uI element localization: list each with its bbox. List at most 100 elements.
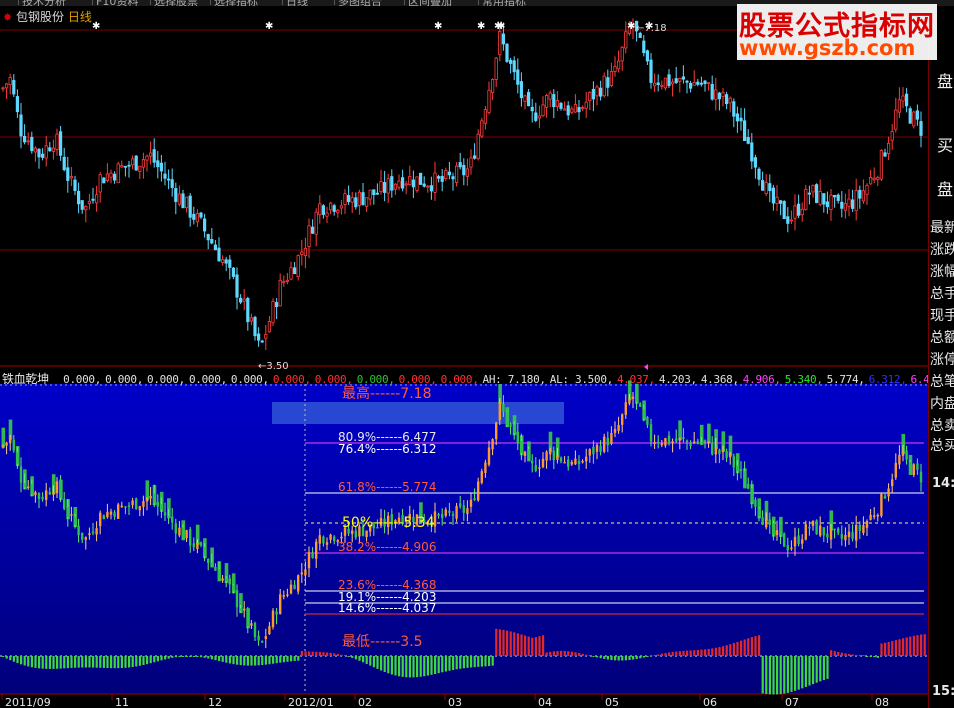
ind-candle-body <box>12 439 15 451</box>
ind-candle-body <box>138 506 141 511</box>
candle-body <box>789 219 794 222</box>
ind-candle-body <box>898 454 901 465</box>
ind-candle-body <box>171 516 174 523</box>
ind-candle-body <box>311 553 314 559</box>
candle-body <box>346 195 351 203</box>
ind-candle-body <box>527 449 530 460</box>
star-marker-icon: ✱ <box>627 21 635 32</box>
ind-candle-body <box>801 539 804 544</box>
histogram-bar <box>549 651 552 656</box>
histogram-bar <box>466 656 469 668</box>
ind-candle-body <box>869 514 872 520</box>
histogram-bar <box>876 656 879 658</box>
candle-body <box>908 108 912 124</box>
candle-body <box>793 205 797 219</box>
ind-candle-body <box>865 520 869 528</box>
candle-body <box>559 102 563 109</box>
ind-candle-body <box>693 441 696 444</box>
ind-candle-body <box>873 515 876 517</box>
indicator-param: 0.000, <box>230 373 269 386</box>
ind-candle-body <box>516 431 519 443</box>
indicator-param: AL: 3.500, <box>549 373 614 386</box>
histogram-bar <box>315 651 318 656</box>
histogram-bar <box>873 656 876 658</box>
histogram-bar <box>329 652 332 656</box>
indicator-param: 0.000, <box>147 373 185 386</box>
ind-candle-body <box>685 440 689 442</box>
histogram-bar <box>617 656 620 661</box>
candle-body <box>163 173 167 179</box>
ind-candle-body <box>804 524 807 540</box>
histogram-bar <box>34 656 37 668</box>
ind-candle-body <box>750 488 753 503</box>
price-panel <box>0 6 928 366</box>
cloud-band <box>707 423 711 444</box>
candle-body <box>37 148 41 158</box>
candle-body <box>775 196 779 204</box>
candle-body <box>869 177 873 185</box>
histogram-bar <box>236 656 239 665</box>
xaxis-label: 07 <box>785 696 799 708</box>
ind-candle-body <box>45 490 48 500</box>
ind-candle-body <box>574 458 577 465</box>
candle-body <box>170 179 174 188</box>
ind-candle-body <box>329 534 332 540</box>
indicator-param: 0.000, <box>398 373 437 386</box>
stock-period[interactable]: 日线 <box>68 10 92 24</box>
histogram-bar <box>538 636 541 656</box>
fib-label: 14.6%------4.037 <box>338 601 436 615</box>
ind-candle-body <box>261 641 264 643</box>
candle-body <box>653 82 657 87</box>
candle-body <box>494 57 498 80</box>
ind-candle-body <box>282 595 285 597</box>
candle-body <box>379 181 383 193</box>
ind-candle-body <box>912 464 915 476</box>
candle-body <box>5 83 9 89</box>
ind-candle-body <box>81 532 84 540</box>
histogram-bar <box>462 656 465 669</box>
ind-candle-body <box>703 440 707 443</box>
indicator-name[interactable]: 铁血乾坤 <box>2 372 49 386</box>
histogram-bar <box>786 656 789 693</box>
ind-candle-body <box>131 500 134 506</box>
histogram-bar <box>171 656 174 658</box>
candle-body <box>321 205 326 215</box>
candle-body <box>303 247 308 257</box>
stock-name[interactable]: 包钢股份 <box>16 10 64 24</box>
candle-body <box>62 156 66 171</box>
indicator-param: 0.000, <box>188 373 227 386</box>
candle-body <box>851 199 855 209</box>
histogram-bar <box>732 643 735 656</box>
ind-candle-body <box>113 512 116 517</box>
candle-body <box>476 133 480 160</box>
histogram-bar <box>423 656 426 677</box>
histogram-bar <box>192 656 195 657</box>
candle-body <box>613 66 617 72</box>
ind-candle-body <box>653 442 656 445</box>
ind-candle-body <box>239 608 242 612</box>
ind-candle-body <box>34 492 37 496</box>
candle-body <box>469 157 473 168</box>
ind-candle-body <box>253 622 257 638</box>
candle-body <box>750 142 754 162</box>
histogram-bar <box>851 654 854 656</box>
stock-header: ✸ 包钢股份 日线 <box>3 8 92 25</box>
candle-body <box>609 71 614 87</box>
candle-body <box>26 140 30 143</box>
candle-body <box>375 192 380 195</box>
histogram-bar <box>182 656 185 657</box>
histogram-bar <box>304 651 307 656</box>
candle-body <box>487 89 491 113</box>
histogram-bar <box>167 656 170 659</box>
candle-body <box>102 177 106 184</box>
candle-body <box>15 96 20 113</box>
histogram-bar <box>203 656 206 658</box>
histogram-bar <box>275 656 278 664</box>
candle-body <box>840 201 844 209</box>
candle-body <box>458 162 462 168</box>
candle-body <box>66 167 70 181</box>
candle-body <box>714 89 718 100</box>
ind-candle-body <box>235 590 239 608</box>
histogram-bar <box>426 656 429 676</box>
ind-candle-body <box>887 488 890 497</box>
